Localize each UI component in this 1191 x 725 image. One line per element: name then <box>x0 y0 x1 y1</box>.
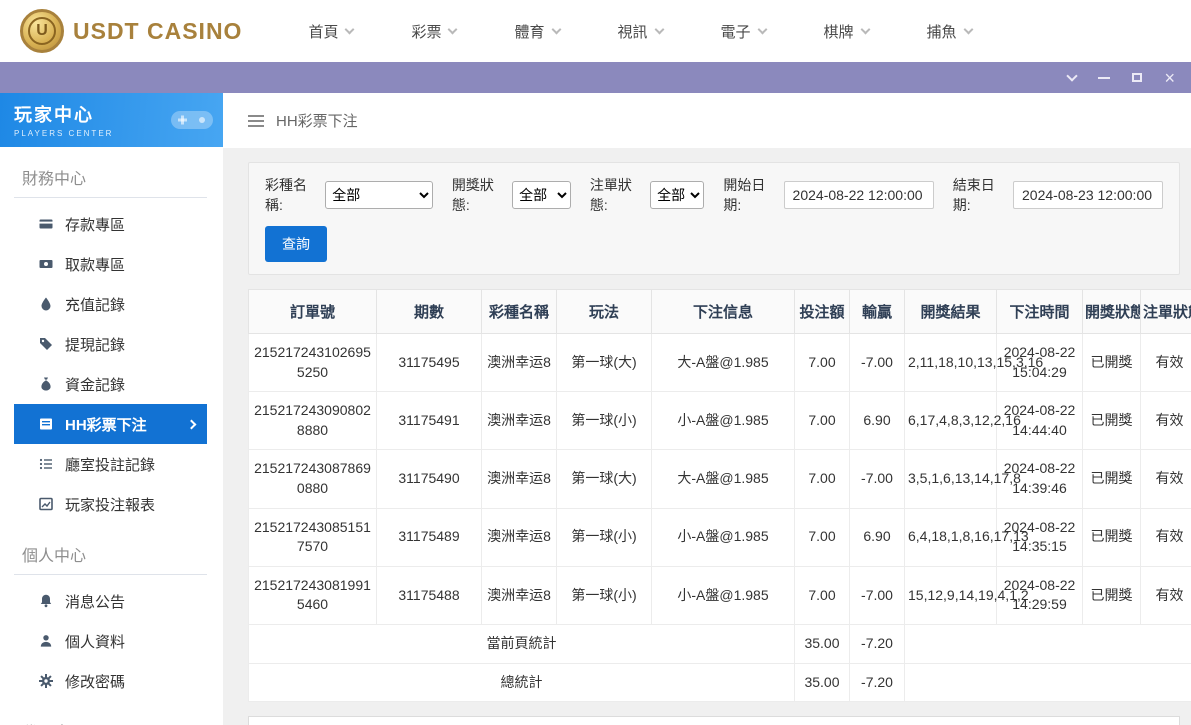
col-order-status: 注單狀態 <box>1141 290 1191 334</box>
window-close-icon[interactable]: × <box>1164 69 1175 87</box>
order-status-select[interactable]: 全部 <box>650 181 704 209</box>
draw-status-select[interactable]: 全部 <box>512 181 571 209</box>
sidebar-header: 玩家中心 PLAYERS CENTER <box>0 93 223 147</box>
table-footer: 每頁顯示20條 共5条 首页 上一页 1 下一页 第 页 跳转 <box>248 716 1180 725</box>
sidebar-item-withdraw[interactable]: 取款專區 <box>14 244 207 284</box>
sidebar-item-player-bet-report[interactable]: 玩家投注報表 <box>14 484 207 524</box>
chevron-down-icon <box>345 24 355 34</box>
total-summary-row: 總統計 35.00 -7.20 <box>249 663 1191 702</box>
table-row: 2152172430851517570 31175489 澳洲幸运8 第一球(小… <box>249 508 1191 566</box>
order-status-label: 注單狀態: <box>590 175 644 215</box>
top-nav: U USDT CASINO 首頁 彩票 體育 視訊 電子 棋牌 捕魚 <box>0 0 1191 62</box>
gear-icon <box>38 673 54 689</box>
nav-item-cards[interactable]: 棋牌 <box>824 21 869 42</box>
chevron-down-icon <box>860 24 870 34</box>
col-bet-info: 下注信息 <box>652 290 795 334</box>
start-date-input[interactable] <box>784 181 934 209</box>
breadcrumb: HH彩票下注 <box>223 93 1191 148</box>
page-summary-label: 當前頁統計 <box>249 624 795 663</box>
bell-icon <box>38 593 54 609</box>
total-summary-amount: 35.00 <box>795 663 850 702</box>
menu-toggle-icon[interactable] <box>248 115 264 127</box>
window-title-bar: × <box>0 62 1191 93</box>
window-maximize-icon[interactable] <box>1132 73 1142 82</box>
nav-item-lottery[interactable]: 彩票 <box>411 21 456 42</box>
chevron-down-icon <box>551 24 561 34</box>
sidebar-item-cashout-records[interactable]: 提現記錄 <box>14 324 207 364</box>
chevron-right-icon <box>187 419 197 429</box>
sidebar-item-recharge-records[interactable]: 充值記錄 <box>14 284 207 324</box>
section-title-agent: 代理中心 <box>14 713 207 725</box>
sidebar-item-announcements[interactable]: 消息公告 <box>14 581 207 621</box>
chevron-down-icon <box>654 24 664 34</box>
col-amount: 投注額 <box>795 290 850 334</box>
page-title: HH彩票下注 <box>276 110 358 131</box>
logo-coin-icon: U <box>20 9 64 53</box>
col-period: 期數 <box>377 290 482 334</box>
chart-report-icon <box>38 496 54 512</box>
table-row: 2152172430908028880 31175491 澳洲幸运8 第一球(小… <box>249 392 1191 450</box>
chevron-down-icon <box>757 24 767 34</box>
tag-icon <box>38 336 54 352</box>
money-bag-icon <box>38 376 54 392</box>
bets-table: 訂單號 期數 彩種名稱 玩法 下注信息 投注額 輸贏 開獎結果 下注時間 開獎狀… <box>248 289 1191 702</box>
list-icon <box>38 456 54 472</box>
col-lottery-name: 彩種名稱 <box>482 290 557 334</box>
window-minimize-icon[interactable] <box>1098 77 1110 79</box>
nav-item-sports[interactable]: 體育 <box>514 21 559 42</box>
nav-item-live[interactable]: 視訊 <box>618 21 663 42</box>
col-play: 玩法 <box>557 290 652 334</box>
draw-status-label: 開獎狀態: <box>452 175 506 215</box>
query-button[interactable]: 查詢 <box>265 226 327 262</box>
col-order-no: 訂單號 <box>249 290 377 334</box>
nav-item-slots[interactable]: 電子 <box>721 21 766 42</box>
table-row: 2152172431026955250 31175495 澳洲幸运8 第一球(大… <box>249 334 1191 392</box>
nav-item-fishing[interactable]: 捕魚 <box>927 21 972 42</box>
document-icon <box>38 416 54 432</box>
col-draw-status: 開獎狀態 <box>1083 290 1141 334</box>
end-date-input[interactable] <box>1013 181 1163 209</box>
col-winloss: 輸贏 <box>850 290 905 334</box>
chevron-down-icon <box>448 24 458 34</box>
sidebar-item-profile[interactable]: 個人資料 <box>14 621 207 661</box>
end-date-label: 結束日期: <box>953 175 1007 215</box>
sidebar: 玩家中心 PLAYERS CENTER 財務中心 存款專區 取款專區 充值記錄 … <box>0 93 223 725</box>
bank-card-icon <box>38 216 54 232</box>
table-row: 2152172430819915460 31175488 澳洲幸运8 第一球(小… <box>249 566 1191 624</box>
nav-item-home[interactable]: 首頁 <box>308 21 353 42</box>
lottery-name-select[interactable]: 全部 <box>325 181 432 209</box>
start-date-label: 開始日期: <box>723 175 777 215</box>
sidebar-item-change-password[interactable]: 修改密碼 <box>14 661 207 701</box>
logo-text: USDT CASINO <box>73 18 242 45</box>
sidebar-item-hh-lottery-bets[interactable]: HH彩票下注 <box>14 404 207 444</box>
filter-panel: 彩種名稱: 全部 開獎狀態: 全部 注單狀態: 全部 開始日期: 結束日期: 查… <box>248 162 1180 275</box>
sidebar-item-hall-bet-records[interactable]: 廳室投註記錄 <box>14 444 207 484</box>
section-title-personal: 個人中心 <box>14 536 207 575</box>
droplet-icon <box>38 296 54 312</box>
window-chevron-down-icon[interactable] <box>1067 70 1078 81</box>
page-summary-amount: 35.00 <box>795 624 850 663</box>
table-row: 2152172430878690880 31175490 澳洲幸运8 第一球(大… <box>249 450 1191 508</box>
bets-table-wrap: 訂單號 期數 彩種名稱 玩法 下注信息 投注額 輸贏 開獎結果 下注時間 開獎狀… <box>248 289 1180 702</box>
gamepad-icon <box>169 105 215 135</box>
section-title-finance: 財務中心 <box>14 159 207 198</box>
page-summary-winloss: -7.20 <box>850 624 905 663</box>
sidebar-item-deposit[interactable]: 存款專區 <box>14 204 207 244</box>
total-summary-label: 總統計 <box>249 663 795 702</box>
chevron-down-icon <box>963 24 973 34</box>
main-nav: 首頁 彩票 體育 視訊 電子 棋牌 捕魚 <box>308 21 971 42</box>
table-header-row: 訂單號 期數 彩種名稱 玩法 下注信息 投注額 輸贏 開獎結果 下注時間 開獎狀… <box>249 290 1191 334</box>
logo: U USDT CASINO <box>20 9 242 53</box>
col-result: 開獎結果 <box>905 290 997 334</box>
page-summary-row: 當前頁統計 35.00 -7.20 <box>249 624 1191 663</box>
lottery-name-label: 彩種名稱: <box>265 175 319 215</box>
main-area: HH彩票下注 彩種名稱: 全部 開獎狀態: 全部 注單狀態: 全部 開始日期: <box>223 93 1191 725</box>
total-summary-winloss: -7.20 <box>850 663 905 702</box>
col-bet-time: 下注時間 <box>997 290 1083 334</box>
person-icon <box>38 633 54 649</box>
banknote-icon <box>38 256 54 272</box>
sidebar-item-fund-records[interactable]: 資金記錄 <box>14 364 207 404</box>
